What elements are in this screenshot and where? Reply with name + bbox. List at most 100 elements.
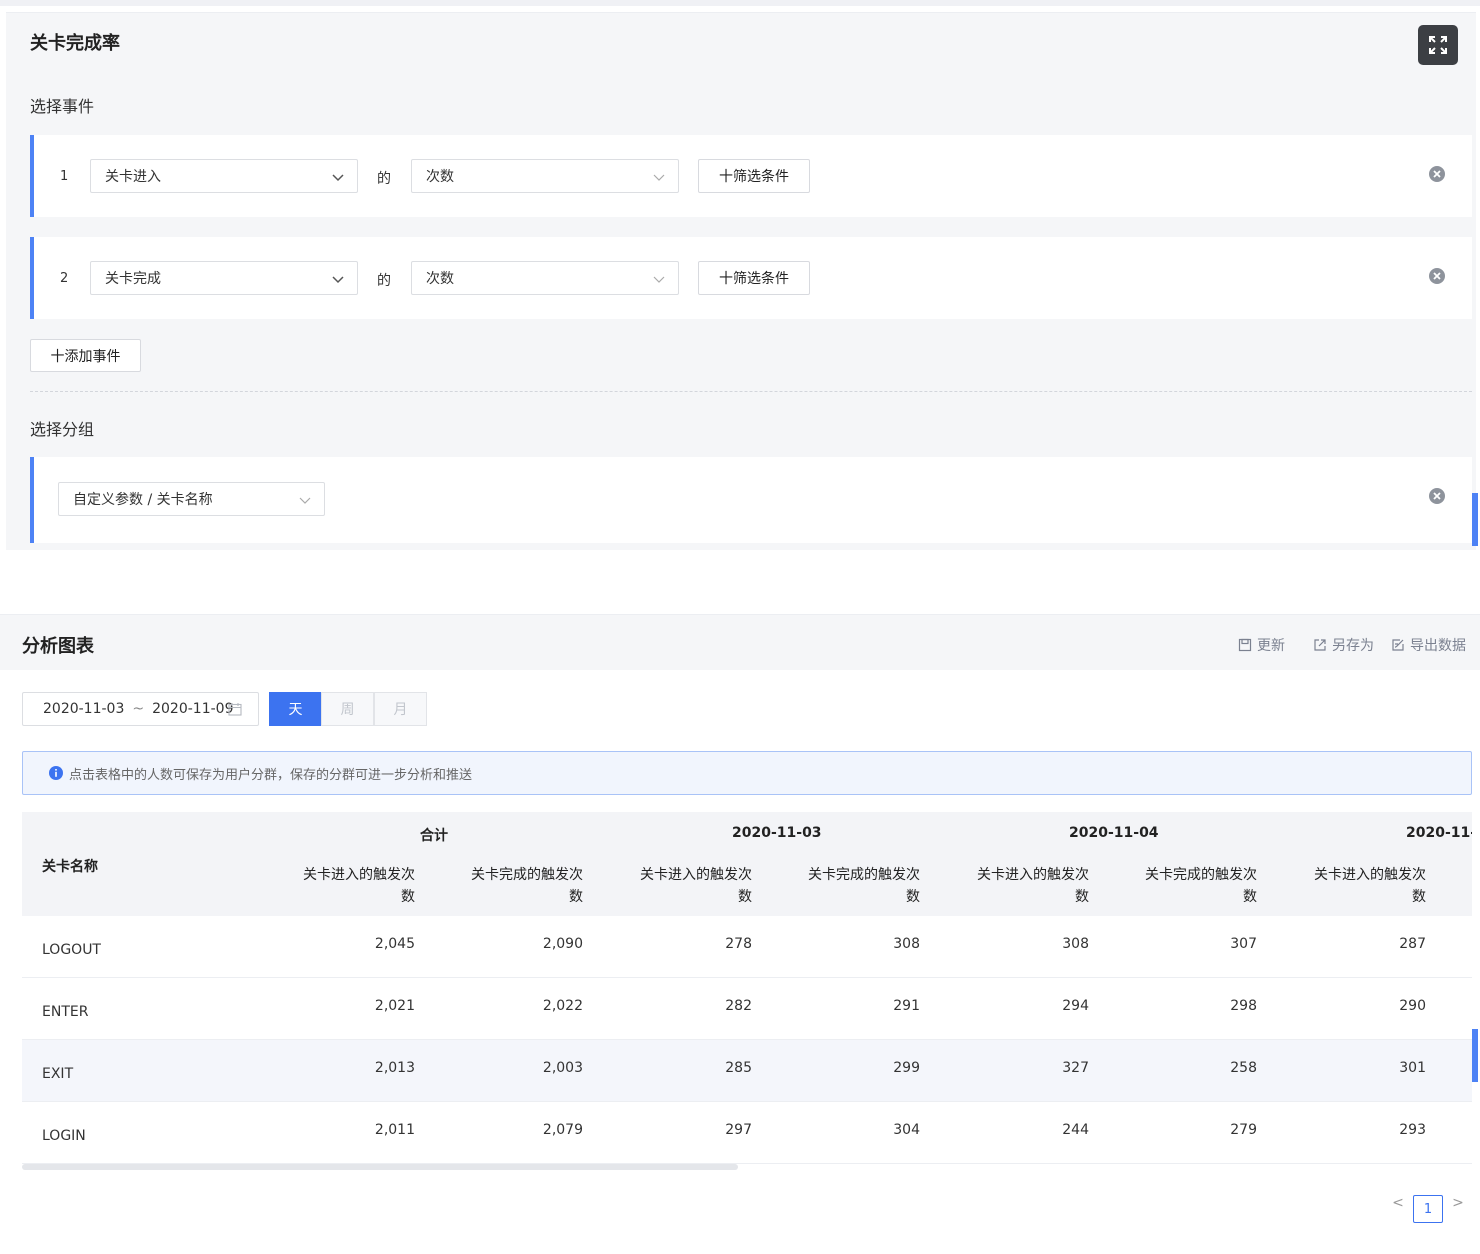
divider bbox=[30, 391, 1472, 392]
scroll-indicator[interactable] bbox=[1472, 1029, 1478, 1082]
add-filter-button[interactable]: 十筛选条件 bbox=[698, 261, 810, 295]
remove-circle-icon[interactable] bbox=[1428, 487, 1446, 505]
count-cell[interactable]: 299 bbox=[820, 1060, 920, 1076]
event-select[interactable]: 关卡完成 bbox=[90, 261, 358, 295]
metric-select-value: 次数 bbox=[426, 271, 454, 287]
data-table: 关卡名称 合计 2020-11-03 2020-11-04 2020-11-( … bbox=[22, 812, 1472, 1172]
select-group-label: 选择分组 bbox=[30, 420, 95, 439]
prev-page-button[interactable]: < bbox=[1390, 1195, 1406, 1211]
next-page-button[interactable]: > bbox=[1450, 1195, 1466, 1211]
count-cell[interactable]: 244 bbox=[989, 1122, 1089, 1138]
count-cell[interactable]: 2,021 bbox=[315, 998, 415, 1014]
date-separator: ~ bbox=[132, 701, 145, 717]
table-row: EXIT 2,013 2,003 285 299 327 258 301 bbox=[22, 1040, 1472, 1102]
count-cell[interactable]: 2,079 bbox=[483, 1122, 583, 1138]
granularity-month[interactable]: 月 bbox=[374, 692, 427, 726]
panel-title: 关卡完成率 bbox=[30, 33, 120, 54]
count-cell[interactable]: 294 bbox=[989, 998, 1089, 1014]
count-cell[interactable]: 258 bbox=[1157, 1060, 1257, 1076]
count-cell[interactable]: 285 bbox=[652, 1060, 752, 1076]
count-cell[interactable]: 279 bbox=[1157, 1122, 1257, 1138]
count-cell[interactable]: 291 bbox=[820, 998, 920, 1014]
add-event-button[interactable]: 十添加事件 bbox=[30, 339, 141, 372]
calendar-icon bbox=[228, 703, 242, 716]
count-cell[interactable]: 293 bbox=[1326, 1122, 1426, 1138]
count-cell[interactable]: 278 bbox=[652, 936, 752, 952]
count-cell[interactable]: 2,013 bbox=[315, 1060, 415, 1076]
count-cell[interactable]: 301 bbox=[1326, 1060, 1426, 1076]
count-cell[interactable]: 308 bbox=[820, 936, 920, 952]
remove-circle-icon[interactable] bbox=[1428, 267, 1446, 285]
count-cell[interactable]: 2,090 bbox=[483, 936, 583, 952]
group-select[interactable]: 自定义参数 / 关卡名称 bbox=[58, 482, 325, 516]
group-select-value: 自定义参数 / 关卡名称 bbox=[73, 492, 213, 508]
date-range-picker[interactable]: 2020-11-03 ~ 2020-11-09 bbox=[22, 692, 259, 726]
refresh-label: 更新 bbox=[1257, 638, 1285, 654]
event-card-1: 1 关卡进入 的 次数 十筛选条件 bbox=[30, 135, 1472, 217]
analysis-title: 分析图表 bbox=[22, 636, 94, 657]
group-card: 自定义参数 / 关卡名称 bbox=[30, 457, 1472, 543]
date-end: 2020-11-09 bbox=[152, 701, 234, 717]
header-metric: 关卡进入的触发次数 bbox=[303, 867, 415, 905]
count-cell[interactable]: 282 bbox=[652, 998, 752, 1014]
save-icon bbox=[1238, 638, 1252, 652]
count-cell[interactable]: 307 bbox=[1157, 936, 1257, 952]
export-label: 导出数据 bbox=[1410, 638, 1466, 654]
of-label: 的 bbox=[377, 273, 391, 289]
info-icon bbox=[49, 766, 63, 780]
metric-select-value: 次数 bbox=[426, 169, 454, 185]
metric-select[interactable]: 次数 bbox=[411, 159, 679, 193]
event-select-value: 关卡进入 bbox=[105, 169, 161, 185]
export-button[interactable]: 导出数据 bbox=[1391, 635, 1466, 655]
header-metric: 关卡进入的触发次数 bbox=[640, 867, 752, 905]
save-as-button[interactable]: 另存为 bbox=[1313, 635, 1374, 655]
count-cell[interactable]: 290 bbox=[1326, 998, 1426, 1014]
table-row: LOGIN 2,011 2,079 297 304 244 279 293 bbox=[22, 1102, 1472, 1164]
event-select-value: 关卡完成 bbox=[105, 271, 161, 287]
event-index: 2 bbox=[60, 271, 69, 286]
count-cell[interactable]: 308 bbox=[989, 936, 1089, 952]
chevron-down-icon bbox=[332, 174, 344, 182]
date-start: 2020-11-03 bbox=[43, 701, 125, 717]
info-text: 点击表格中的人数可保存为用户分群，保存的分群可进一步分析和推送 bbox=[69, 767, 473, 783]
header-level-name: 关卡名称 bbox=[42, 859, 98, 875]
count-cell[interactable]: 2,022 bbox=[483, 998, 583, 1014]
count-cell[interactable]: 2,003 bbox=[483, 1060, 583, 1076]
scroll-indicator[interactable] bbox=[1472, 493, 1478, 546]
level-name-cell: ENTER bbox=[42, 1004, 89, 1020]
header-group-date: 2020-11-( bbox=[1406, 825, 1472, 841]
granularity-week[interactable]: 周 bbox=[321, 692, 374, 726]
granularity-day[interactable]: 天 bbox=[269, 692, 322, 726]
header-group-total: 合计 bbox=[420, 828, 448, 844]
page-number-current[interactable]: 1 bbox=[1413, 1195, 1443, 1223]
select-event-label: 选择事件 bbox=[30, 97, 95, 116]
header-metric: 关卡完成的触发次数 bbox=[471, 867, 583, 905]
chevron-down-icon bbox=[332, 276, 344, 284]
count-cell[interactable]: 2,011 bbox=[315, 1122, 415, 1138]
level-name-cell: LOGIN bbox=[42, 1128, 86, 1144]
fullscreen-button[interactable] bbox=[1418, 25, 1458, 65]
count-cell[interactable]: 287 bbox=[1326, 936, 1426, 952]
count-cell[interactable]: 297 bbox=[652, 1122, 752, 1138]
count-cell[interactable]: 298 bbox=[1157, 998, 1257, 1014]
count-cell[interactable]: 2,045 bbox=[315, 936, 415, 952]
remove-circle-icon[interactable] bbox=[1428, 165, 1446, 183]
chevron-down-icon bbox=[299, 497, 311, 504]
horizontal-scrollbar[interactable] bbox=[22, 1164, 738, 1170]
table-header: 关卡名称 合计 2020-11-03 2020-11-04 2020-11-( … bbox=[22, 812, 1472, 916]
count-cell[interactable]: 304 bbox=[820, 1122, 920, 1138]
event-select[interactable]: 关卡进入 bbox=[90, 159, 358, 193]
event-card-2: 2 关卡完成 的 次数 十筛选条件 bbox=[30, 237, 1472, 319]
fullscreen-icon bbox=[1429, 36, 1447, 54]
add-filter-button[interactable]: 十筛选条件 bbox=[698, 159, 810, 193]
refresh-button[interactable]: 更新 bbox=[1238, 635, 1285, 655]
header-metric: 关卡完成的触发次数 bbox=[808, 867, 920, 905]
table-row: LOGOUT 2,045 2,090 278 308 308 307 287 bbox=[22, 916, 1472, 978]
header-metric: 关卡进入的触发次数 bbox=[1314, 867, 1426, 905]
share-icon bbox=[1314, 639, 1326, 651]
header-group-date: 2020-11-03 bbox=[732, 825, 822, 841]
count-cell[interactable]: 327 bbox=[989, 1060, 1089, 1076]
header-metric: 关卡完成的触发次数 bbox=[1145, 867, 1257, 905]
metric-select[interactable]: 次数 bbox=[411, 261, 679, 295]
save-as-label: 另存为 bbox=[1332, 638, 1374, 654]
